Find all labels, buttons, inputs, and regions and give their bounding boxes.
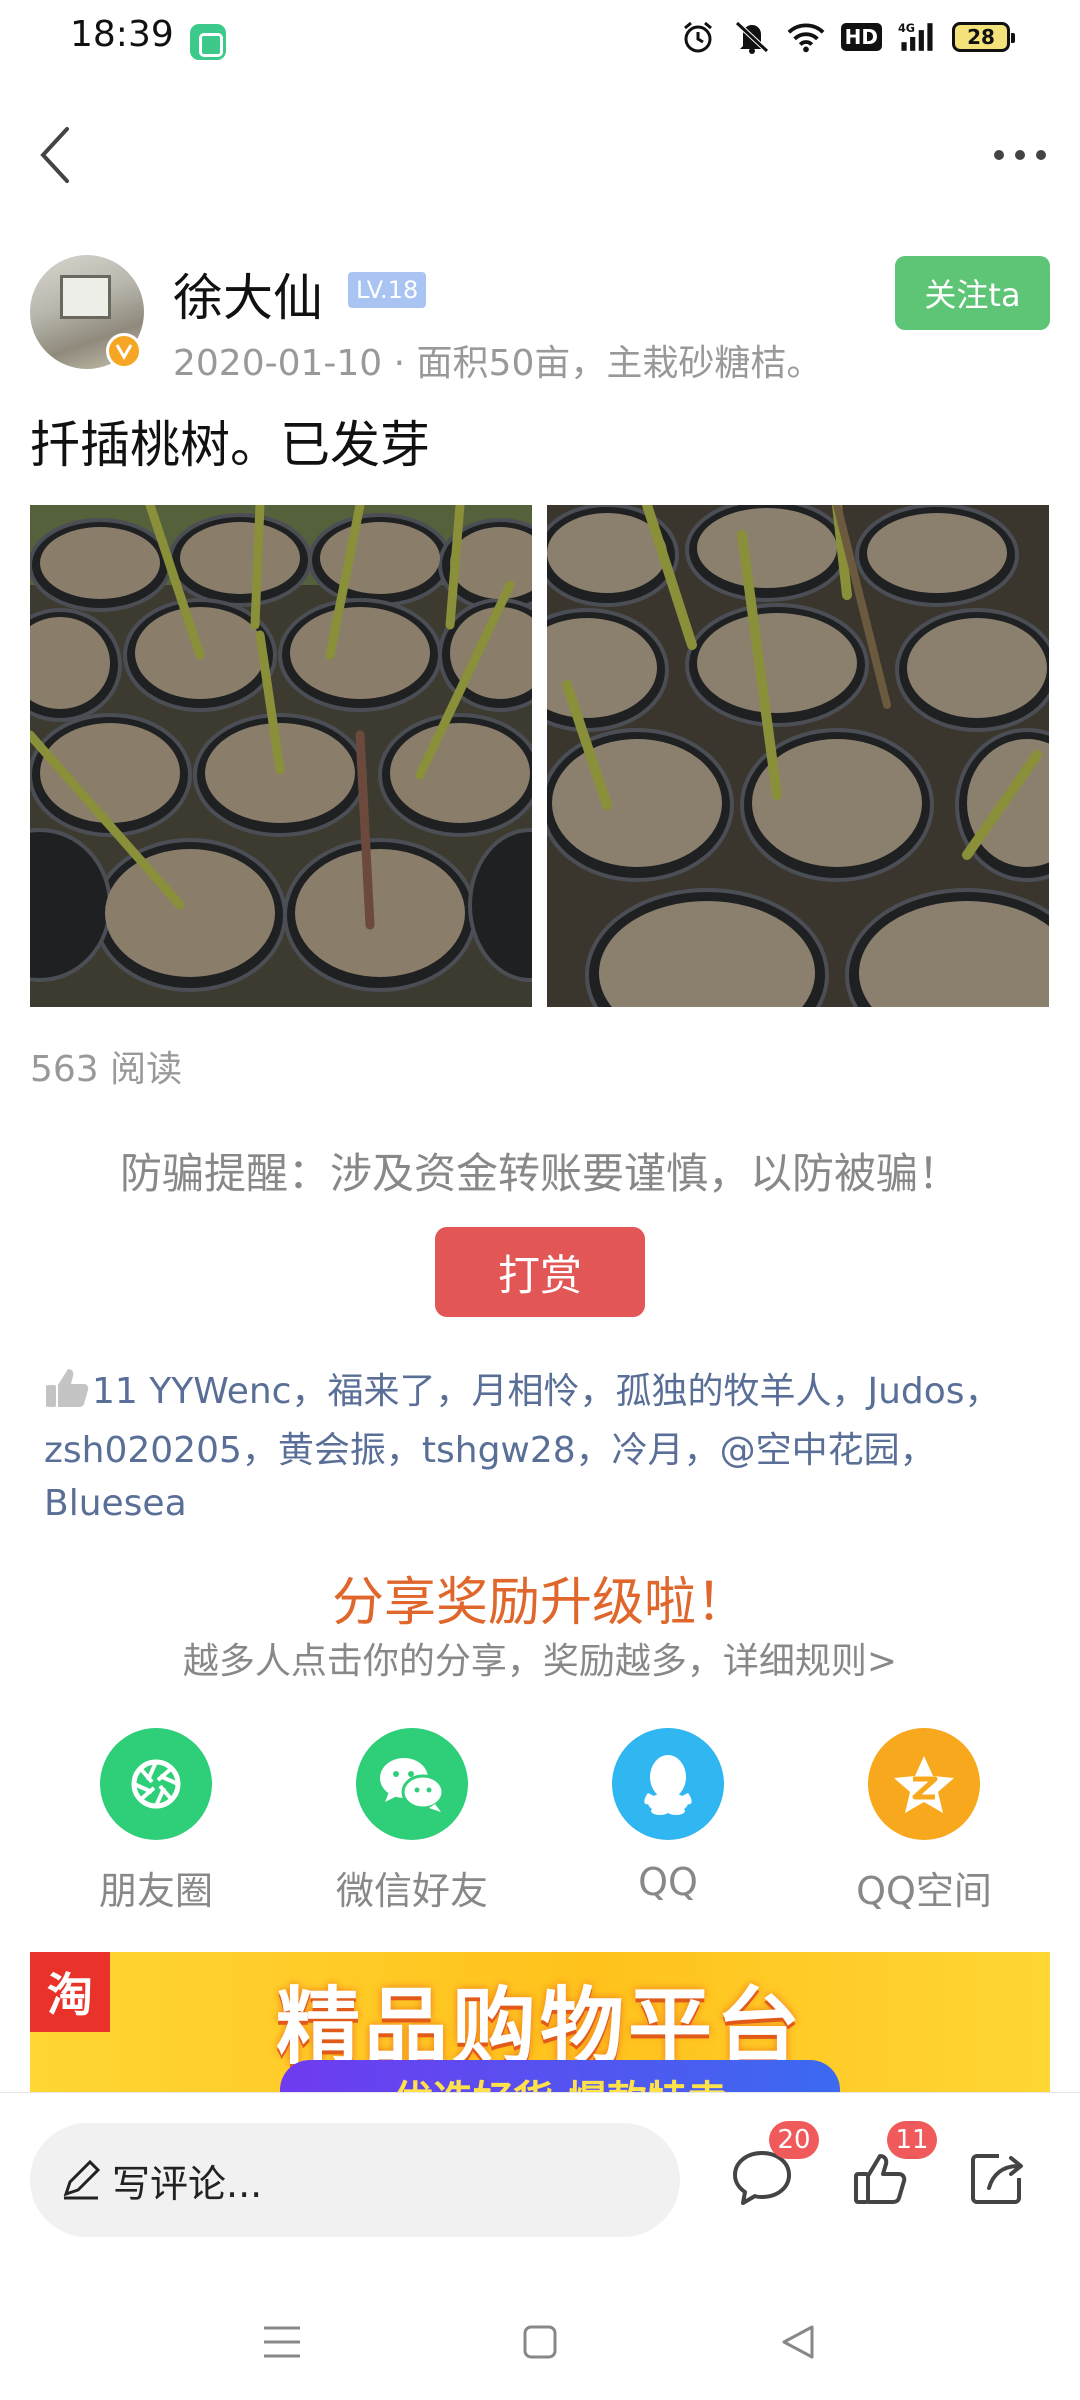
qq-icon [612,1728,724,1840]
top-nav [0,110,1080,200]
share-button[interactable] [963,2143,1033,2213]
square-icon [523,2325,557,2359]
qzone-icon [868,1728,980,1840]
system-back-button[interactable] [768,2312,828,2372]
share-qzone-button[interactable]: QQ空间 [824,1728,1024,1915]
share-label: 朋友圈 [98,1869,213,1913]
system-navigation-bar [0,2272,1080,2400]
triangle-back-icon [782,2325,814,2359]
status-time: 18:39 [70,14,174,55]
share-title: 分享奖励升级啦！ [331,1573,748,1633]
mute-icon [733,18,771,56]
home-button[interactable] [510,2312,570,2372]
pencil-icon [60,2160,100,2200]
like-count-badge: 11 [887,2121,937,2159]
app-notification-icon [190,24,226,60]
bottom-action-bar: 写评论... 20 11 [0,2092,1080,2272]
more-horizontal-icon [994,150,1046,160]
share-label: QQ空间 [856,1869,992,1913]
wifi-icon [787,18,825,56]
avatar[interactable] [30,255,144,369]
ad-banner[interactable]: 淘 精品购物平台 优选好货 爆款特卖 [30,1952,1050,2092]
chevron-left-icon [40,127,69,183]
level-badge: LV.18 [348,272,427,308]
thumbs-up-icon [854,2154,907,2204]
author-name[interactable]: 徐大仙 [173,258,323,330]
thumbs-up-icon [44,1367,90,1424]
share-moments-button[interactable]: 朋友圈 [56,1728,256,1915]
svg-text:4G: 4G [898,22,915,35]
comment-placeholder: 写评论... [112,2161,263,2206]
hd-badge: HD [840,23,882,51]
menu-icon [264,2326,300,2358]
alarm-icon [679,18,717,56]
wechat-icon [356,1728,468,1840]
post-photo-1[interactable] [30,505,532,1007]
status-bar: 18:39 HD 4G 28 [0,0,1080,80]
status-icons: HD 4G 28 [679,18,1015,56]
share-rules-link[interactable]: 越多人点击你的分享，奖励越多，详细规则> [0,1632,1080,1684]
comments-button[interactable]: 20 [727,2121,819,2213]
reward-button[interactable]: 打赏 [435,1227,645,1317]
share-qq-button[interactable]: QQ [568,1728,768,1904]
ad-subtitle: 优选好货 爆款特卖 [280,2068,840,2092]
signal-icon: 4G [898,18,936,56]
like-button[interactable]: 11 [845,2121,937,2213]
likes-text[interactable]: 11 YYWenc，福来了，月相怜，孤独的牧羊人，Judos，zsh020205… [44,1371,1001,1524]
post-photo-2[interactable] [547,505,1049,1007]
post-meta: 2020-01-10 · 面积50亩，主栽砂糖桔。 [173,343,823,384]
fraud-warning: 防骗提醒：涉及资金转账要谨慎，以防被骗！ [119,1149,960,1198]
share-label: 微信好友 [335,1869,488,1913]
follow-button[interactable]: 关注ta [895,256,1050,330]
moments-icon [100,1728,212,1840]
share-label: QQ [638,1860,698,1904]
back-button[interactable] [20,120,90,190]
comment-input[interactable]: 写评论... [30,2123,680,2237]
post-text: 扦插桃树。已发芽 [30,416,430,474]
more-options-button[interactable] [980,120,1060,190]
recent-apps-button[interactable] [252,2312,312,2372]
battery-indicator: 28 [952,22,1015,52]
likes-list: 11 YYWenc，福来了，月相怜，孤独的牧羊人，Judos，zsh020205… [44,1365,1044,1530]
share-icon [971,2154,1023,2204]
share-wechat-button[interactable]: 微信好友 [312,1728,512,1915]
verified-badge-icon [106,333,142,369]
comment-count-badge: 20 [769,2121,819,2159]
read-count: 563 阅读 [30,1049,183,1090]
